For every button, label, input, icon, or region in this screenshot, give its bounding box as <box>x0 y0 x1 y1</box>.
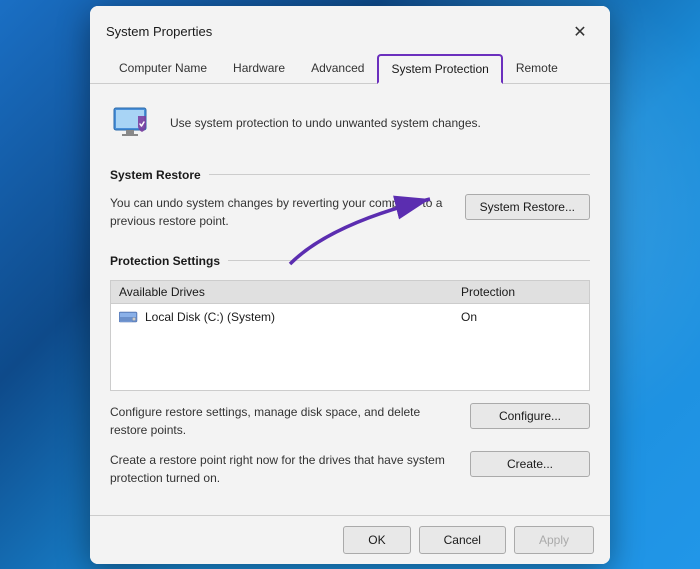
tabs-bar: Computer Name Hardware Advanced System P… <box>90 46 610 84</box>
drives-table: Available Drives Protection Local Disk (… <box>110 280 590 391</box>
system-restore-button[interactable]: System Restore... <box>465 194 590 220</box>
section-divider <box>209 174 590 175</box>
dialog-footer: OK Cancel Apply <box>90 515 610 564</box>
create-button[interactable]: Create... <box>470 451 590 477</box>
header-description: Use system protection to undo unwanted s… <box>170 115 481 132</box>
system-restore-header: System Restore <box>110 168 590 182</box>
close-button[interactable]: ✕ <box>566 18 594 46</box>
configure-row: Configure restore settings, manage disk … <box>110 403 590 439</box>
header-section: Use system protection to undo unwanted s… <box>110 100 590 148</box>
configure-description: Configure restore settings, manage disk … <box>110 403 458 439</box>
protection-icon <box>110 100 158 148</box>
dialog-title: System Properties <box>106 24 212 39</box>
col-protection: Protection <box>461 285 581 299</box>
tab-hardware[interactable]: Hardware <box>220 54 298 83</box>
tab-computer-name[interactable]: Computer Name <box>106 54 220 83</box>
configure-button[interactable]: Configure... <box>470 403 590 429</box>
table-empty-space <box>111 330 589 390</box>
create-description: Create a restore point right now for the… <box>110 451 458 487</box>
protection-settings-header: Protection Settings <box>110 254 590 268</box>
title-bar: System Properties ✕ <box>90 6 610 46</box>
system-properties-dialog: System Properties ✕ Computer Name Hardwa… <box>90 6 610 564</box>
table-row[interactable]: Local Disk (C:) (System) On <box>111 304 589 330</box>
ok-button[interactable]: OK <box>343 526 410 554</box>
cancel-button[interactable]: Cancel <box>419 526 506 554</box>
tab-remote[interactable]: Remote <box>503 54 571 83</box>
tab-advanced[interactable]: Advanced <box>298 54 377 83</box>
protection-settings-label: Protection Settings <box>110 254 220 268</box>
protection-status: On <box>461 310 581 324</box>
drive-name: Local Disk (C:) (System) <box>145 310 461 324</box>
dialog-body: Use system protection to undo unwanted s… <box>90 84 610 515</box>
restore-description: You can undo system changes by reverting… <box>110 194 453 230</box>
drive-icon <box>119 310 139 324</box>
tab-system-protection[interactable]: System Protection <box>377 54 502 84</box>
col-available-drives: Available Drives <box>119 285 461 299</box>
create-row: Create a restore point right now for the… <box>110 451 590 487</box>
apply-button[interactable]: Apply <box>514 526 594 554</box>
system-restore-label: System Restore <box>110 168 201 182</box>
table-header: Available Drives Protection <box>111 281 589 304</box>
system-restore-box: You can undo system changes by reverting… <box>110 194 590 230</box>
protection-section-divider <box>228 260 590 261</box>
